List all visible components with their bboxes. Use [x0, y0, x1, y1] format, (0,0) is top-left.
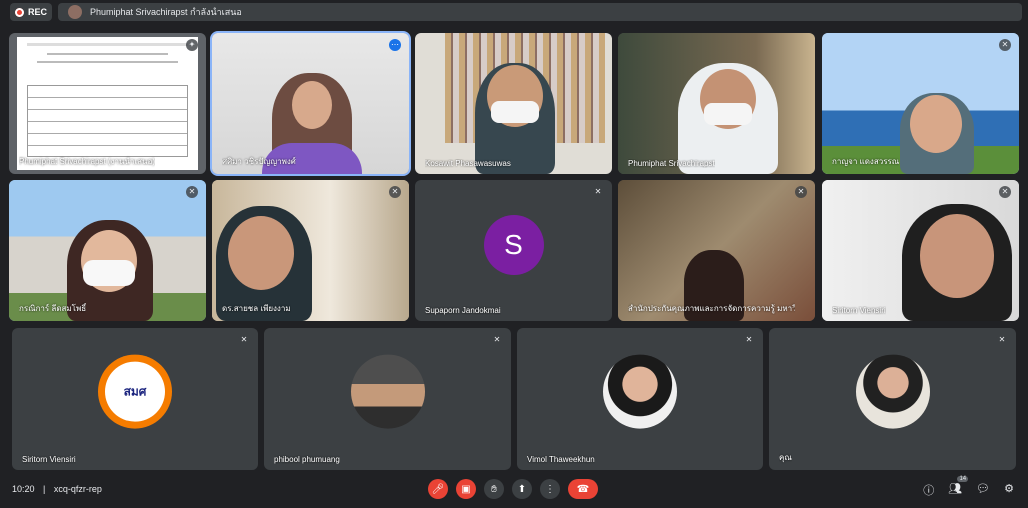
separator: |	[43, 484, 46, 494]
participant-tile-presentation[interactable]: ✦ Phumiphat Srivachirapst (งานนำเสนอ)	[9, 33, 206, 174]
shared-document	[17, 37, 198, 170]
mic-muted-icon: ✕	[999, 186, 1011, 198]
participant-name: Vimol Thaweekhun	[527, 455, 595, 464]
participant-name: Phumiphat Srivachirapst (งานนำเสนอ)	[19, 157, 155, 166]
mic-muted-icon: ✕	[186, 186, 198, 198]
participant-tile[interactable]: ✕ Vimol Thaweekhun	[517, 328, 763, 470]
meeting-info: 10:20 | xcq-qfzr-rep	[12, 484, 102, 494]
mic-muted-icon: ✕	[795, 186, 807, 198]
participant-name: ศศิมา วชิรปัญญาพงศ์	[222, 157, 296, 166]
presenting-text: Phumiphat Srivachirapst กำลังนำเสนอ	[90, 7, 242, 17]
participant-name: คุณ	[779, 453, 792, 462]
camera-off-icon[interactable]: ▣	[456, 479, 476, 499]
mic-muted-icon: ✕	[743, 334, 755, 346]
presenting-banner[interactable]: Phumiphat Srivachirapst กำลังนำเสนอ	[58, 3, 1022, 21]
participant-name: ดร.สายชล เพียงงาม	[222, 304, 291, 313]
mic-muted-icon: ✕	[238, 334, 250, 346]
mic-muted-icon: ✕	[592, 186, 604, 198]
mic-off-icon[interactable]: 🎤︎	[428, 479, 448, 499]
recording-indicator[interactable]: REC	[10, 3, 52, 21]
pin-icon[interactable]: ✦	[186, 39, 198, 51]
bottom-bar: 10:20 | xcq-qfzr-rep 🎤︎ ▣ ✋︎ ⬆ ⋮ ☎︎ ⓘ 👥︎…	[0, 474, 1028, 508]
participant-tile[interactable]: ✕ กาญจา แดงสวรรณ	[822, 33, 1019, 174]
participant-tile[interactable]: ✕ Siritorn Viensiri	[822, 180, 1019, 321]
more-options-icon[interactable]: ⋮	[540, 479, 560, 499]
participant-tile[interactable]: ✕ คุณ	[769, 328, 1016, 470]
recording-label: REC	[27, 7, 47, 17]
participant-name: phibool phumuang	[274, 455, 340, 464]
top-bar: REC Phumiphat Srivachirapst กำลังนำเสนอ	[6, 3, 1022, 23]
participant-tile[interactable]: สมศ ✕ Siritorn Viensiri	[12, 328, 258, 470]
participant-name: Kosawit Phasawasuwas	[425, 159, 511, 168]
participant-tile[interactable]: ✕ phibool phumuang	[264, 328, 511, 470]
mask	[704, 103, 752, 125]
raise-hand-icon[interactable]: ✋︎	[484, 479, 504, 499]
record-icon	[14, 7, 24, 17]
mask	[83, 260, 135, 286]
participant-tile[interactable]: ✕ กรณิการ์ ลีดสมโพธิ์	[9, 180, 206, 321]
mask	[491, 101, 539, 123]
participant-tile[interactable]: ✕ สำนักประกันคุณภาพและการจัดการความรู้ ม…	[618, 180, 815, 321]
logo-text: สมศ	[105, 361, 165, 422]
participant-tile[interactable]: S ✕ Supaporn Jandokmai	[415, 180, 612, 321]
avatar	[350, 354, 425, 429]
face	[292, 81, 332, 129]
info-icon[interactable]: ⓘ	[923, 482, 934, 498]
participant-name: กาญจา แดงสวรรณ	[832, 157, 900, 166]
mic-muted-icon: ✕	[996, 334, 1008, 346]
participant-tile-active-speaker[interactable]: ⋯ ศศิมา วชิรปัญญาพงศ์	[210, 31, 411, 176]
call-controls: 🎤︎ ▣ ✋︎ ⬆ ⋮ ☎︎	[428, 479, 598, 499]
participant-tile[interactable]: Phumiphat Srivachirapst	[618, 33, 815, 174]
participant-name: Phumiphat Srivachirapst	[628, 159, 715, 168]
mic-muted-icon: ✕	[491, 334, 503, 346]
avatar	[855, 354, 930, 429]
participant-name: กรณิการ์ ลีดสมโพธิ์	[19, 304, 87, 313]
meeting-code: xcq-qfzr-rep	[53, 484, 102, 494]
participant-tile[interactable]: Kosawit Phasawasuwas	[415, 33, 612, 174]
participant-name: Siritorn Viensiri	[832, 306, 886, 315]
activities-icon[interactable]: ⚙︎	[1004, 482, 1014, 498]
present-screen-icon[interactable]: ⬆	[512, 479, 532, 499]
participants-count-badge: 14	[957, 476, 969, 482]
presenter-avatar	[68, 5, 82, 19]
participant-name: สำนักประกันคุณภาพและการจัดการความรู้ มหา…	[628, 304, 796, 313]
mic-muted-icon: ✕	[389, 186, 401, 198]
organization-logo: สมศ	[98, 354, 172, 429]
participant-name: Supaporn Jandokmai	[425, 306, 501, 315]
people-icon[interactable]: 👥︎ 14	[948, 476, 969, 498]
clock: 10:20	[12, 484, 35, 494]
mic-muted-icon: ✕	[999, 39, 1011, 51]
participant-name: Siritorn Viensiri	[22, 455, 76, 464]
leave-call-icon[interactable]: ☎︎	[568, 479, 598, 499]
chat-icon[interactable]: 💬︎	[976, 482, 990, 498]
participant-tile[interactable]: ✕ ดร.สายชล เพียงงาม	[212, 180, 409, 321]
more-options-icon[interactable]: ⋯	[389, 39, 401, 51]
avatar	[603, 354, 677, 429]
side-controls: ⓘ 👥︎ 14 💬︎ ⚙︎	[923, 476, 1014, 498]
avatar: S	[483, 214, 544, 275]
